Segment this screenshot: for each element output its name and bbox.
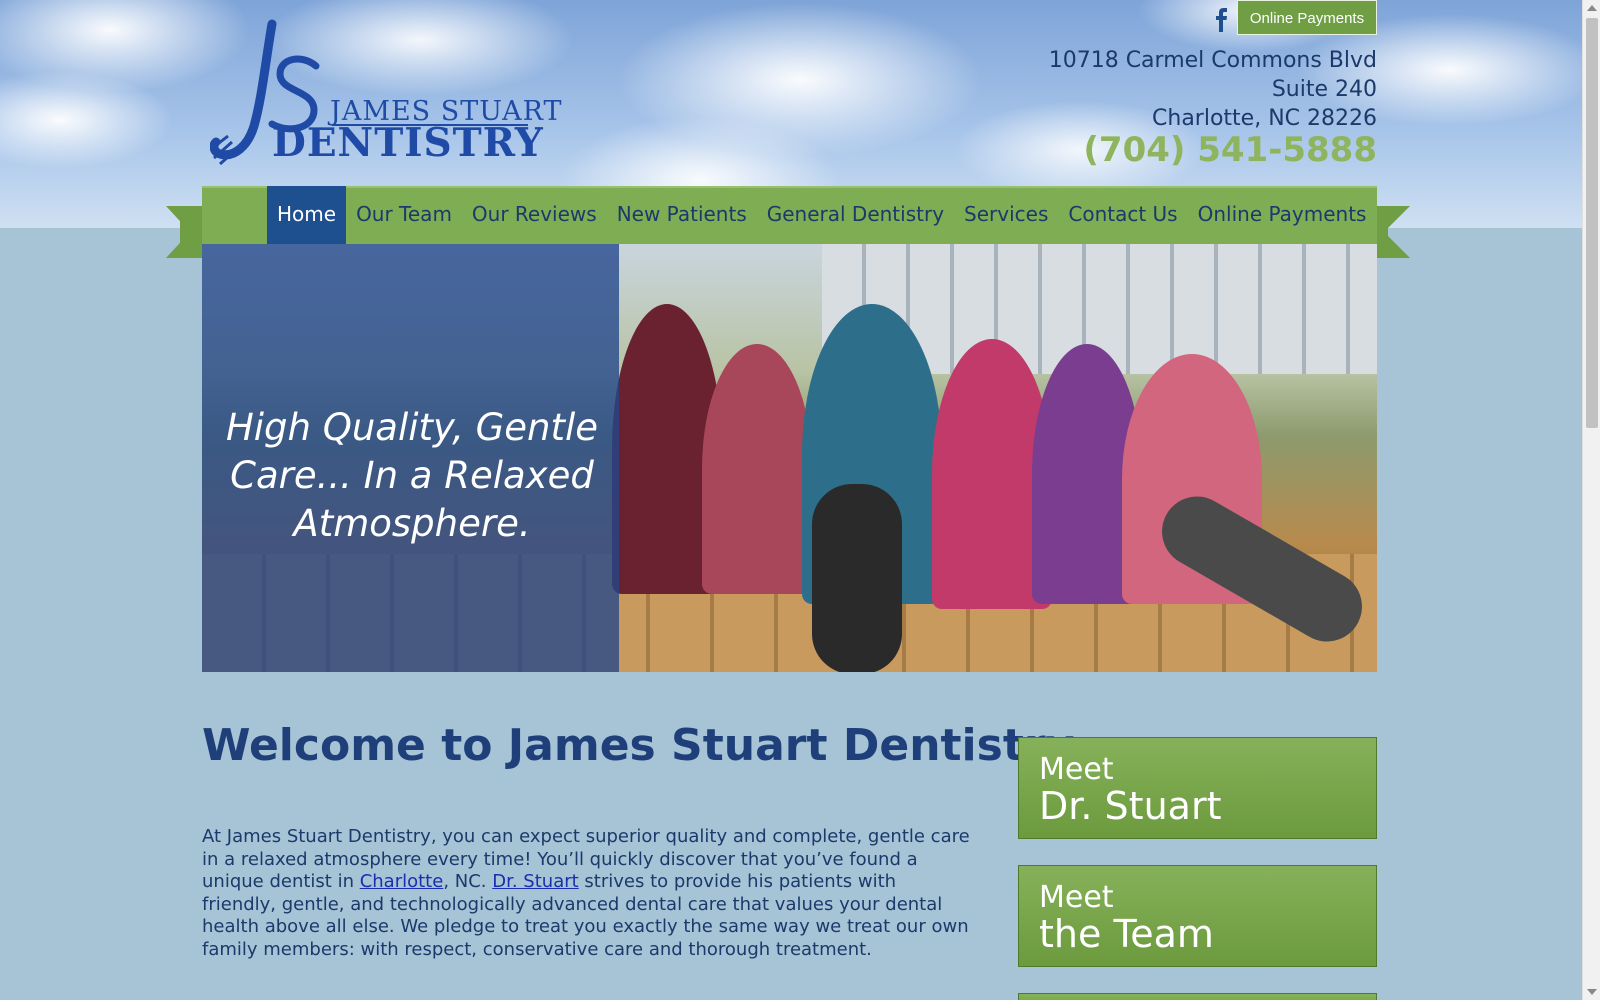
nav-item-online-payments[interactable]: Online Payments: [1188, 186, 1377, 244]
vertical-scrollbar[interactable]: [1582, 0, 1600, 1000]
nav-item-new-patients[interactable]: New Patients: [607, 186, 757, 244]
meet-the-team-button[interactable]: Meet the Team: [1018, 865, 1377, 967]
main-navigation: Home Our Team Our Reviews New Patients G…: [202, 186, 1377, 244]
intro-paragraph: At James Stuart Dentistry, you can expec…: [202, 826, 972, 961]
scroll-down-arrow-icon[interactable]: [1587, 989, 1597, 995]
intro-text: , NC.: [443, 871, 493, 892]
address-line: Charlotte, NC 28226: [1152, 106, 1377, 131]
nav-item-general-dentistry[interactable]: General Dentistry: [757, 186, 954, 244]
meet-dr-stuart-button[interactable]: Meet Dr. Stuart: [1018, 737, 1377, 839]
scroll-up-arrow-icon[interactable]: [1587, 5, 1597, 11]
next-cta-button[interactable]: [1018, 993, 1377, 1000]
cta-line-name: the Team: [1039, 912, 1214, 956]
address-line: 10718 Carmel Commons Blvd: [1048, 48, 1377, 73]
hero-tagline: High Quality, Gentle Care... In a Relaxe…: [225, 406, 599, 545]
nav-item-our-team[interactable]: Our Team: [346, 186, 462, 244]
nav-item-our-reviews[interactable]: Our Reviews: [462, 186, 607, 244]
cta-line-meet: Meet: [1039, 880, 1114, 915]
nav-item-home[interactable]: Home: [267, 186, 347, 244]
cta-line-meet: Meet: [1039, 752, 1114, 787]
cta-line-name: Dr. Stuart: [1039, 784, 1222, 828]
scrollbar-thumb[interactable]: [1586, 18, 1598, 428]
online-payments-button[interactable]: Online Payments: [1237, 0, 1377, 35]
dr-stuart-link[interactable]: Dr. Stuart: [492, 871, 578, 892]
nav-item-contact-us[interactable]: Contact Us: [1058, 186, 1187, 244]
facebook-icon[interactable]: [1212, 8, 1232, 32]
phone-number-link[interactable]: (704) 541-5888: [1083, 130, 1377, 170]
page-title: Welcome to James Stuart Dentistry: [202, 720, 1075, 771]
address-line: Suite 240: [1271, 77, 1377, 102]
nav-item-services[interactable]: Services: [954, 186, 1058, 244]
hero-banner: High Quality, Gentle Care... In a Relaxe…: [202, 244, 1377, 672]
site-logo[interactable]: JAMES STUART DENTISTRY: [210, 18, 562, 168]
practice-address: 10718 Carmel Commons Blvd Suite 240 Char…: [1049, 46, 1377, 133]
logo-wordmark: DENTISTRY: [272, 120, 544, 166]
charlotte-link[interactable]: Charlotte: [360, 871, 444, 892]
